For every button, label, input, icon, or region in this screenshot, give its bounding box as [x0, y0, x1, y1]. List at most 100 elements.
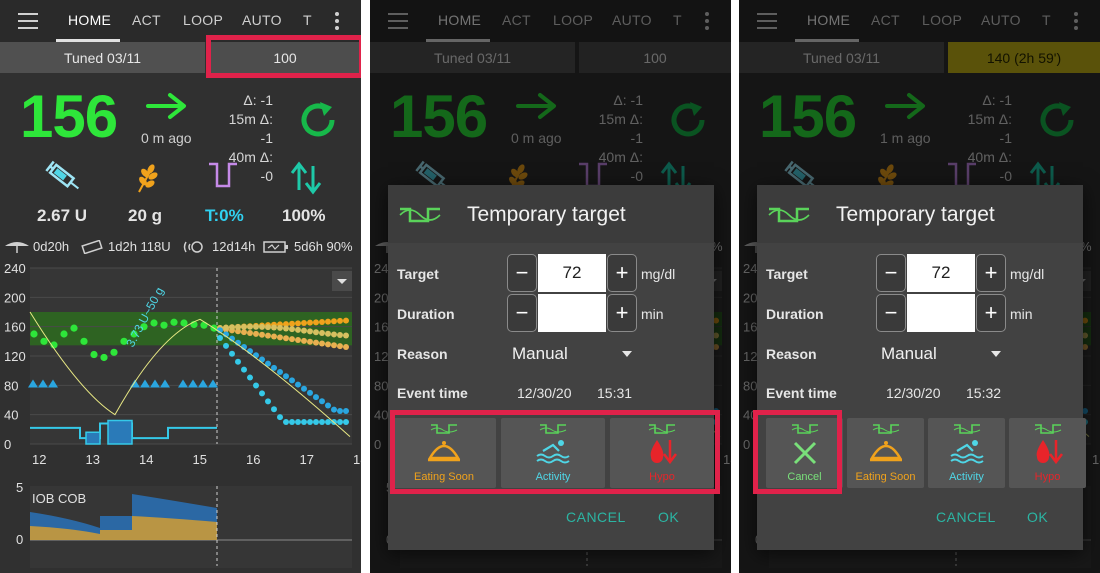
prediction-point	[313, 319, 319, 326]
event-time[interactable]: 15:32	[966, 385, 1001, 401]
duration-input[interactable]	[538, 294, 606, 332]
pump-status-row: 0d20h 1d2h 118U 12d14h 5d6h 90%	[0, 238, 361, 256]
bg-point	[100, 353, 108, 362]
duration-decrement-button[interactable]: −	[876, 294, 906, 332]
prediction-point	[343, 408, 349, 414]
target-input[interactable]: 72	[907, 254, 975, 292]
autosens-arrows-icon[interactable]	[289, 160, 323, 196]
bg-prediction-chart[interactable]: 24020016012080400121314151617183.73 U~50…	[0, 260, 361, 472]
prediction-point	[229, 350, 235, 357]
reservoir-icon	[81, 240, 103, 254]
preset-eating-soon-button[interactable]: Eating Soon	[392, 418, 496, 488]
prediction-point	[289, 419, 295, 425]
prediction-point	[307, 389, 313, 396]
event-date[interactable]: 12/30/20	[886, 385, 941, 401]
x-tick-label: 13	[86, 452, 100, 467]
prediction-point	[283, 335, 289, 342]
carbs-wheat-icon[interactable]	[133, 160, 161, 194]
dialog-ok-button[interactable]: OK	[658, 509, 679, 525]
prediction-point	[331, 331, 337, 338]
delta: Δ: -1	[243, 92, 273, 108]
prediction-point	[265, 332, 271, 339]
reason-select[interactable]: Manual	[881, 344, 937, 364]
target-decrement-button[interactable]: −	[507, 254, 537, 292]
tab-auto[interactable]: AUTO	[242, 12, 282, 28]
event-time-label: Event time	[766, 385, 837, 401]
dialog-title: Temporary target	[836, 203, 995, 226]
prediction-point	[271, 324, 277, 331]
dialog-title: Temporary target	[467, 203, 626, 226]
dialog-cancel-button[interactable]: CANCEL	[566, 509, 626, 525]
bg-point	[60, 330, 68, 338]
target-input[interactable]: 72	[538, 254, 606, 292]
dialog-ok-button[interactable]: OK	[1027, 509, 1048, 525]
autosens-value: 100%	[282, 206, 326, 225]
cob-value: 20 g	[128, 206, 163, 225]
bg-point	[70, 324, 78, 332]
duration-increment-button[interactable]: +	[607, 294, 637, 332]
chevron-down-icon[interactable]	[991, 351, 1001, 357]
target-increment-button[interactable]: +	[607, 254, 637, 292]
preset-label: Eating Soon	[414, 471, 474, 483]
prediction-point	[289, 326, 295, 333]
bg-point	[160, 321, 168, 329]
prediction-point	[277, 334, 283, 341]
tt-mini-icon	[953, 424, 980, 434]
loop-status-icon[interactable]	[296, 98, 340, 142]
duration-increment-button[interactable]: +	[976, 294, 1006, 332]
tab-t[interactable]: T	[303, 12, 312, 28]
prediction-point	[283, 419, 289, 425]
iob-cob-chart[interactable]: 5 0 IOB COB	[0, 476, 361, 573]
prediction-point	[325, 341, 331, 348]
x-tick-label: 17	[300, 452, 314, 467]
tab-home[interactable]: HOME	[68, 12, 111, 28]
tab-loop[interactable]: LOOP	[183, 12, 223, 28]
prediction-point	[313, 339, 319, 346]
duration-unit: min	[1010, 306, 1033, 322]
syringe-icon[interactable]	[44, 160, 86, 196]
reason-select[interactable]: Manual	[512, 344, 568, 364]
battery-icon	[263, 241, 288, 253]
dialog-cancel-button[interactable]: CANCEL	[936, 509, 996, 525]
bg-point	[80, 337, 88, 345]
bg-point	[110, 348, 118, 356]
profile-button[interactable]: Tuned 03/11	[0, 42, 205, 73]
y-tick-label: 80	[4, 378, 18, 393]
temp-basal-icon[interactable]	[207, 160, 239, 190]
duration-input[interactable]	[907, 294, 975, 332]
prediction-point	[283, 373, 289, 380]
screen-temp-target-dialog-active: HOMEACTLOOPAUTOT Tuned 03/11 140 (2h 59'…	[739, 0, 1100, 573]
event-date[interactable]: 12/30/20	[517, 385, 572, 401]
prediction-point	[313, 419, 319, 425]
prediction-point	[283, 325, 289, 332]
prediction-point	[277, 369, 283, 376]
target-decrement-button[interactable]: −	[876, 254, 906, 292]
overflow-menu-icon[interactable]	[334, 12, 340, 30]
temp-target-button[interactable]: 100	[209, 42, 361, 73]
duration-decrement-button[interactable]: −	[507, 294, 537, 332]
screen-temp-target-dialog: HOMEACTLOOPAUTOT Tuned 03/11 100 156 0 m…	[370, 0, 731, 573]
preset-hypo-button[interactable]: Hypo	[1009, 418, 1086, 488]
event-time[interactable]: 15:31	[597, 385, 632, 401]
y-tick-label: 0	[4, 437, 11, 452]
prediction-point	[235, 324, 241, 331]
tab-act[interactable]: ACT	[132, 12, 161, 28]
preset-eating-soon-button[interactable]: Eating Soon	[847, 418, 924, 488]
temp-target-dialog: Temporary target Target − 72 + mg/dl Dur…	[757, 185, 1086, 550]
preset-activity-button[interactable]: Activity	[928, 418, 1005, 488]
dialog-header: Temporary target	[388, 185, 714, 243]
delta-15m: 15m Δ: -1	[228, 111, 273, 146]
prediction-point	[325, 419, 331, 425]
prediction-point	[319, 318, 325, 325]
chevron-down-icon[interactable]	[622, 351, 632, 357]
screen-home: HOME ACT LOOP AUTO T Tuned 03/11 100 156 0 m…	[0, 0, 361, 573]
preset-cancel-button[interactable]: Cancel	[766, 418, 843, 488]
menu-icon[interactable]	[18, 13, 38, 29]
dialog-header: Temporary target	[757, 185, 1083, 243]
preset-hypo-button[interactable]: Hypo	[610, 418, 714, 488]
hypo-drop-icon	[650, 440, 677, 465]
preset-label: Hypo	[649, 471, 675, 483]
prediction-point	[343, 419, 349, 425]
target-increment-button[interactable]: +	[976, 254, 1006, 292]
preset-activity-button[interactable]: Activity	[501, 418, 605, 488]
